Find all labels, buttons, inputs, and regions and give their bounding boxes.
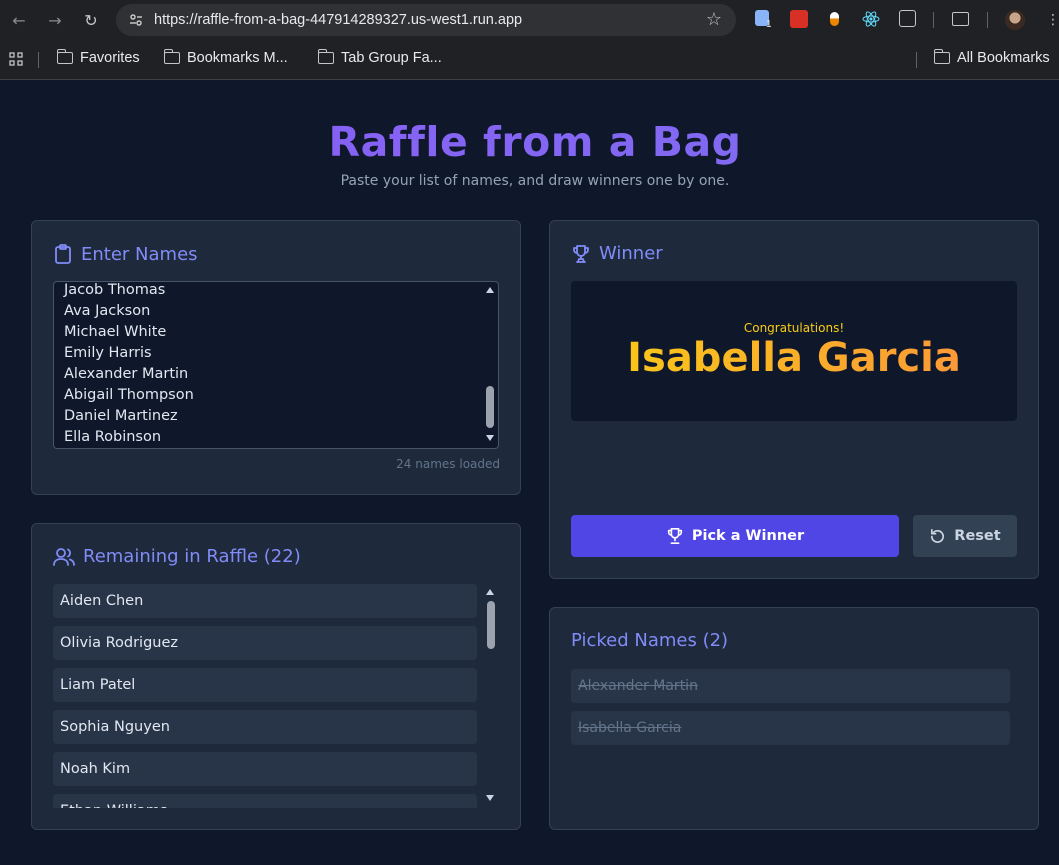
site-info-icon[interactable]	[128, 12, 144, 32]
more-menu-icon[interactable]: ⋮	[1046, 12, 1059, 28]
pick-winner-button[interactable]: Pick a Winner	[571, 515, 899, 557]
profile-avatar[interactable]	[1005, 10, 1025, 30]
bookmark-bookmarks-menu[interactable]: Bookmarks M...	[163, 49, 288, 66]
textarea-line: Ella Robinson	[64, 429, 162, 445]
forward-icon[interactable]: →	[43, 8, 67, 32]
bookmarks-divider	[916, 52, 917, 68]
bookmark-star-icon[interactable]: ☆	[706, 9, 722, 30]
remaining-heading: Remaining in Raffle (22)	[53, 546, 301, 567]
enter-names-card: Enter Names Jacob Thomas Ava Jackson Mic…	[31, 220, 521, 495]
remaining-card: Remaining in Raffle (22) Aiden Chen Oliv…	[31, 523, 521, 830]
names-count: 24 names loaded	[396, 457, 500, 471]
scroll-up-arrow-icon[interactable]	[486, 589, 494, 595]
bookmarks-divider	[38, 52, 39, 68]
winner-card: Winner Congratulations! Isabella Garcia …	[549, 220, 1039, 579]
extensions-puzzle-icon[interactable]	[899, 10, 916, 27]
remaining-title: Remaining in Raffle (22)	[83, 546, 301, 567]
picked-heading: Picked Names (2)	[571, 630, 728, 651]
trophy-icon	[667, 527, 682, 545]
pick-winner-label: Pick a Winner	[691, 528, 805, 544]
apps-grid-icon[interactable]	[9, 52, 24, 67]
bookmark-label: All Bookmarks	[957, 50, 1050, 66]
list-item: Noah Kim	[53, 752, 477, 786]
bookmarks-bar: Favorites Bookmarks M... Tab Group Fa...…	[0, 40, 1059, 80]
enter-names-heading: Enter Names	[53, 243, 198, 265]
reload-icon[interactable]: ↻	[79, 8, 103, 32]
tab-search-icon[interactable]	[952, 12, 969, 26]
folder-icon	[317, 49, 334, 64]
list-item: Ethan Williams	[53, 794, 477, 808]
winner-heading: Winner	[571, 243, 663, 264]
trophy-icon	[573, 244, 589, 263]
list-item: Olivia Rodriguez	[53, 626, 477, 660]
scroll-down-arrow-icon[interactable]	[486, 795, 494, 801]
bookmark-label: Bookmarks M...	[187, 50, 288, 66]
textarea-line: Alexander Martin	[64, 366, 189, 382]
reset-icon	[931, 528, 945, 543]
page-title: Raffle from a Bag	[0, 118, 1059, 166]
textarea-line: Daniel Martinez	[64, 408, 178, 424]
remaining-scrollbar[interactable]	[484, 584, 496, 808]
textarea-line: Abigail Thompson	[64, 387, 194, 403]
textarea-line: Ava Jackson	[64, 303, 151, 319]
bookmark-favorites[interactable]: Favorites	[56, 49, 140, 66]
textarea-line: Jacob Thomas	[64, 282, 166, 298]
scroll-down-arrow-icon[interactable]	[486, 435, 494, 441]
picked-list-item: Isabella Garcia	[571, 711, 1010, 745]
bookmark-label: Tab Group Fa...	[341, 50, 442, 66]
scrollbar-thumb[interactable]	[486, 386, 494, 428]
address-bar[interactable]: https://raffle-from-a-bag-447914289327.u…	[116, 4, 736, 36]
folder-icon	[163, 49, 180, 64]
reset-label: Reset	[954, 528, 1001, 544]
bookmark-label: Favorites	[80, 50, 140, 66]
list-item: Sophia Nguyen	[53, 710, 477, 744]
folder-icon	[933, 49, 950, 64]
congrats-text: Congratulations!	[743, 321, 845, 335]
reset-button[interactable]: Reset	[913, 515, 1017, 557]
textarea-line: Michael White	[64, 324, 167, 340]
bookmark-all-bookmarks[interactable]: All Bookmarks	[933, 49, 1050, 66]
page-subtitle: Paste your list of names, and draw winne…	[340, 173, 730, 189]
textarea-line: Emily Harris	[64, 345, 152, 361]
picked-card: Picked Names (2) Alexander Martin Isabel…	[549, 607, 1039, 830]
remaining-list: Aiden Chen Olivia Rodriguez Liam Patel S…	[32, 584, 520, 808]
scroll-up-arrow-icon[interactable]	[486, 287, 494, 293]
extension-pill-icon[interactable]	[830, 12, 839, 26]
names-textarea[interactable]: Jacob Thomas Ava Jackson Michael White E…	[53, 281, 499, 449]
scrollbar-thumb[interactable]	[487, 601, 495, 649]
list-item: Liam Patel	[53, 668, 477, 702]
picked-title: Picked Names (2)	[571, 630, 729, 651]
winner-title: Winner	[599, 243, 663, 264]
clipboard-icon	[55, 244, 71, 264]
folder-icon	[56, 49, 73, 64]
url-text: https://raffle-from-a-bag-447914289327.u…	[154, 12, 523, 28]
password-manager-icon[interactable]	[790, 10, 808, 28]
users-icon	[53, 547, 75, 566]
toolbar-divider	[933, 12, 934, 28]
winner-name: Isabella Garcia	[571, 335, 1017, 381]
enter-names-title: Enter Names	[81, 243, 198, 265]
list-item: Aiden Chen	[53, 584, 477, 618]
extension-badge: 1	[766, 19, 772, 30]
back-icon[interactable]: ←	[7, 8, 31, 32]
toolbar-divider	[987, 12, 988, 28]
browser-toolbar: ← → ↻ https://raffle-from-a-bag-44791428…	[0, 0, 1059, 40]
winner-display: Congratulations! Isabella Garcia	[571, 281, 1017, 421]
bookmark-tab-group[interactable]: Tab Group Fa...	[317, 49, 442, 66]
react-devtools-icon[interactable]	[862, 10, 880, 28]
picked-list-item: Alexander Martin	[571, 669, 1010, 703]
textarea-scrollbar[interactable]	[484, 282, 496, 448]
